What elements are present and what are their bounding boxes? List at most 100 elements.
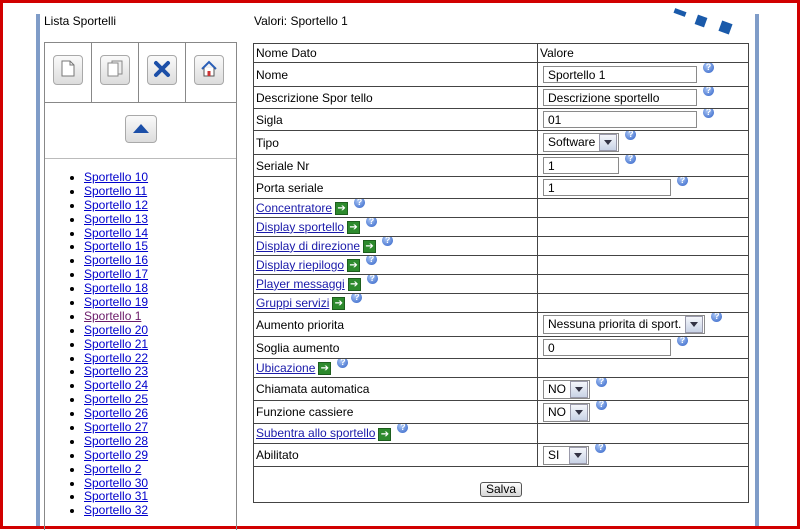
table-row: Abilitato SI? — [253, 443, 749, 467]
scroll-up-button[interactable] — [125, 115, 157, 143]
help-icon[interactable]: ? — [337, 359, 349, 368]
list-item: Sportello 25 — [84, 392, 148, 407]
sportello-link[interactable]: Sportello 13 — [84, 212, 148, 226]
table-row-actions: Salva — [253, 466, 749, 503]
display-sportello-link[interactable]: Display sportello — [256, 220, 344, 234]
help-icon[interactable]: ? — [354, 199, 366, 208]
sportello-link[interactable]: Sportello 17 — [84, 267, 148, 281]
delete-button[interactable] — [147, 55, 177, 85]
sportello-link[interactable]: Sportello 30 — [84, 476, 148, 490]
help-icon[interactable]: ? — [596, 378, 607, 387]
help-icon[interactable]: ? — [703, 109, 714, 118]
help-icon[interactable]: ? — [366, 275, 378, 284]
help-icon[interactable]: ? — [366, 218, 378, 227]
list-item: Sportello 19 — [84, 295, 148, 310]
help-icon[interactable]: ? — [397, 424, 409, 434]
table-row: Ubicazione ➔? — [253, 358, 749, 378]
cassiere-select[interactable]: NO — [543, 402, 590, 422]
row-label: Sigla — [253, 108, 538, 131]
player-messaggi-link[interactable]: Player messaggi — [256, 277, 345, 291]
sportello-link[interactable]: Sportello 24 — [84, 378, 148, 392]
list-item: Sportello 12 — [84, 198, 148, 213]
sportello-link[interactable]: Sportello 18 — [84, 281, 148, 295]
ubicazione-link[interactable]: Ubicazione — [256, 361, 315, 375]
sportello-link[interactable]: Sportello 27 — [84, 420, 148, 434]
go-arrow-icon[interactable]: ➔ — [363, 240, 377, 254]
copy-button[interactable] — [100, 55, 130, 85]
go-arrow-icon[interactable]: ➔ — [332, 297, 346, 311]
sportello-link[interactable]: Sportello 10 — [84, 170, 148, 184]
sportello-link[interactable]: Sportello 14 — [84, 226, 148, 240]
left-accent-bar — [36, 14, 40, 526]
sportello-link[interactable]: Sportello 26 — [84, 406, 148, 420]
help-icon[interactable]: ? — [596, 401, 607, 410]
help-icon[interactable]: ? — [382, 237, 394, 246]
save-button[interactable]: Salva — [479, 482, 523, 497]
table-row: Display sportello ➔? — [253, 217, 749, 237]
sigla-input[interactable]: 01 — [543, 111, 697, 128]
home-button[interactable] — [194, 55, 224, 85]
descrizione-input[interactable]: Descrizione sportello — [543, 89, 697, 106]
sportello-link[interactable]: Sportello 32 — [84, 503, 148, 517]
values-title: Valori: Sportello 1 — [254, 14, 348, 28]
go-arrow-icon[interactable]: ➔ — [347, 221, 361, 235]
help-icon[interactable]: ? — [351, 294, 363, 303]
help-icon[interactable]: ? — [677, 337, 688, 346]
aumento-select[interactable]: Nessuna priorita di sport. — [543, 315, 706, 334]
chiamata-select[interactable]: NO — [543, 379, 590, 399]
help-icon[interactable]: ? — [703, 87, 714, 96]
sportello-link[interactable]: Sportello 12 — [84, 198, 148, 212]
list-item: Sportello 29 — [84, 448, 148, 463]
sportello-link[interactable]: Sportello 15 — [84, 239, 148, 254]
help-icon[interactable]: ? — [625, 155, 636, 164]
seriale-input[interactable]: 1 — [543, 157, 619, 174]
sportello-link[interactable]: Sportello 22 — [84, 351, 148, 365]
sportello-link[interactable]: Sportello 31 — [84, 489, 148, 504]
go-arrow-icon[interactable]: ➔ — [347, 278, 361, 292]
list-item: Sportello 22 — [84, 351, 148, 366]
tipo-select[interactable]: Software — [543, 133, 620, 152]
sportello-link[interactable]: Sportello 19 — [84, 295, 148, 309]
sportello-link[interactable]: Sportello 23 — [84, 364, 148, 379]
go-arrow-icon[interactable]: ➔ — [347, 259, 361, 273]
list-item: Sportello 31 — [84, 490, 148, 504]
gruppi-servizi-link[interactable]: Gruppi servizi — [256, 296, 329, 310]
row-label: Nome — [253, 62, 538, 87]
help-icon[interactable]: ? — [366, 256, 378, 265]
sportello-link[interactable]: Sportello 20 — [84, 323, 148, 337]
concentratore-link[interactable]: Concentratore — [256, 201, 332, 215]
table-row: Porta seriale 1? — [253, 176, 749, 199]
sportello-link[interactable]: Sportello 28 — [84, 434, 148, 448]
go-arrow-icon[interactable]: ➔ — [318, 362, 332, 376]
sportello-link[interactable]: Sportello 29 — [84, 448, 148, 462]
help-icon[interactable]: ? — [625, 131, 637, 140]
list-item: Sportello 14 — [84, 226, 148, 241]
new-button[interactable] — [53, 55, 83, 85]
porta-input[interactable]: 1 — [543, 179, 671, 196]
abilitato-select[interactable]: SI — [543, 445, 590, 465]
list-item: Sportello 13 — [84, 212, 148, 227]
row-label: Descrizione Spor tello — [253, 86, 538, 109]
go-arrow-icon[interactable]: ➔ — [335, 202, 349, 216]
sportello-link[interactable]: Sportello 21 — [84, 337, 148, 351]
help-icon[interactable]: ? — [595, 444, 607, 453]
sportello-link[interactable]: Sportello 2 — [84, 462, 141, 476]
row-label: Soglia aumento — [253, 336, 538, 359]
table-row: Chiamata automatica NO? — [253, 377, 749, 401]
help-icon[interactable]: ? — [711, 313, 723, 322]
help-icon[interactable]: ? — [677, 177, 688, 186]
subentra-link[interactable]: Subentra allo sportello — [256, 426, 375, 440]
sportello-link[interactable]: Sportello 16 — [84, 253, 148, 267]
sportello-link[interactable]: Sportello 11 — [84, 184, 147, 198]
display-riepilogo-link[interactable]: Display riepilogo — [256, 258, 344, 272]
display-direzione-link[interactable]: Display di direzione — [256, 239, 360, 253]
help-icon[interactable]: ? — [703, 63, 714, 73]
go-arrow-icon[interactable]: ➔ — [378, 427, 392, 441]
table-row: Gruppi servizi ➔? — [253, 293, 749, 313]
chevron-down-icon — [570, 403, 588, 421]
nome-input[interactable]: Sportello 1 — [543, 66, 697, 83]
sportelli-list: Sportello 10 Sportello 11 Sportello 12 S… — [67, 170, 148, 518]
sportello-link-selected[interactable]: Sportello 1 — [84, 309, 141, 323]
sportello-link[interactable]: Sportello 25 — [84, 392, 148, 406]
soglia-input[interactable]: 0 — [543, 339, 671, 356]
